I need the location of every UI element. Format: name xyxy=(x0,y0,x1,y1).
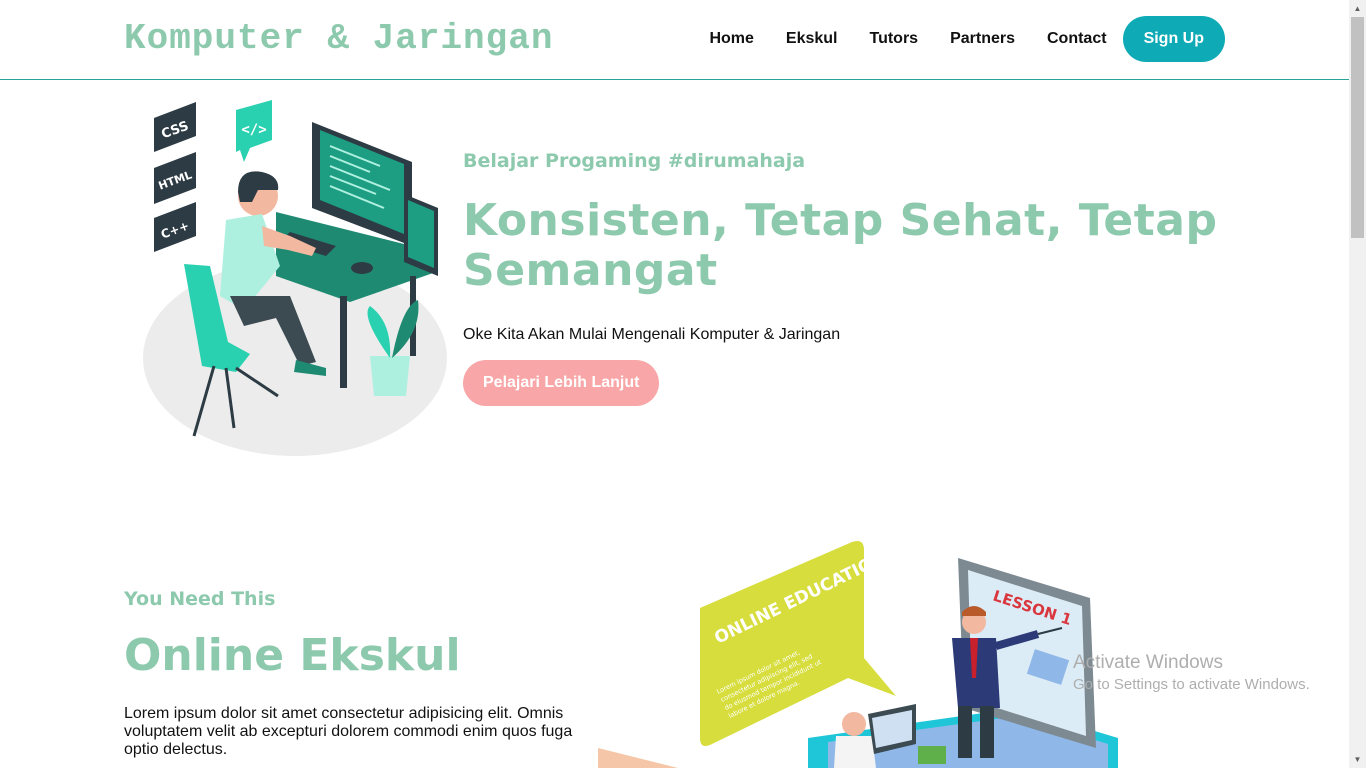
ekskul-eyebrow: You Need This xyxy=(124,588,276,610)
hero-title: Konsisten, Tetap Sehat, Tetap Semangat xyxy=(463,195,1218,296)
hero-eyebrow: Belajar Progaming #dirumahaja xyxy=(463,150,806,172)
site-header: Komputer & Jaringan Home Ekskul Tutors P… xyxy=(0,0,1349,80)
html-badge: HTML xyxy=(154,152,196,204)
student-head xyxy=(842,712,866,736)
css-badge: CSS xyxy=(154,102,196,152)
windows-activation-watermark: Activate Windows Go to Settings to activ… xyxy=(1073,652,1310,693)
watermark-subtitle: Go to Settings to activate Windows. xyxy=(1073,676,1310,693)
vertical-scrollbar[interactable]: ▲ ▼ xyxy=(1349,0,1366,768)
nav-home[interactable]: Home xyxy=(709,16,753,62)
ekskul-section: You Need This Online Ekskul Lorem ipsum … xyxy=(124,588,594,759)
hero-description: Oke Kita Akan Mulai Mengenali Komputer &… xyxy=(463,326,841,343)
cpp-badge: C++ xyxy=(154,202,196,252)
nav-tutors[interactable]: Tutors xyxy=(869,16,918,62)
learn-more-button[interactable]: Pelajari Lebih Lanjut xyxy=(463,360,660,406)
scroll-down-arrow-icon[interactable]: ▼ xyxy=(1349,751,1366,768)
watermark-title: Activate Windows xyxy=(1073,652,1223,673)
code-bubble-icon: </> xyxy=(236,100,272,162)
brand-logo[interactable]: Komputer & Jaringan xyxy=(124,18,553,59)
ekskul-body: Lorem ipsum dolor sit amet consectetur a… xyxy=(124,705,573,758)
programmer-illustration: CSS HTML C++ </> xyxy=(143,100,447,456)
scroll-thumb[interactable] xyxy=(1351,17,1364,238)
nav-partners[interactable]: Partners xyxy=(950,16,1015,62)
ekskul-title: Online Ekskul xyxy=(124,630,461,681)
svg-text:</>: </> xyxy=(241,122,266,138)
nav-contact[interactable]: Contact xyxy=(1047,16,1107,62)
main-nav: Home Ekskul Tutors Partners Contact Sign… xyxy=(709,16,1225,62)
signup-button[interactable]: Sign Up xyxy=(1122,16,1225,62)
plant-pot xyxy=(370,356,410,396)
online-education-illustration: ONLINE EDUCATION Lorem ipsum dolor sit a… xyxy=(598,541,1118,768)
nav-ekskul[interactable]: Ekskul xyxy=(786,16,838,62)
hero-content: Belajar Progaming #dirumahaja Konsisten,… xyxy=(463,150,1223,406)
scroll-up-arrow-icon[interactable]: ▲ xyxy=(1349,0,1366,17)
